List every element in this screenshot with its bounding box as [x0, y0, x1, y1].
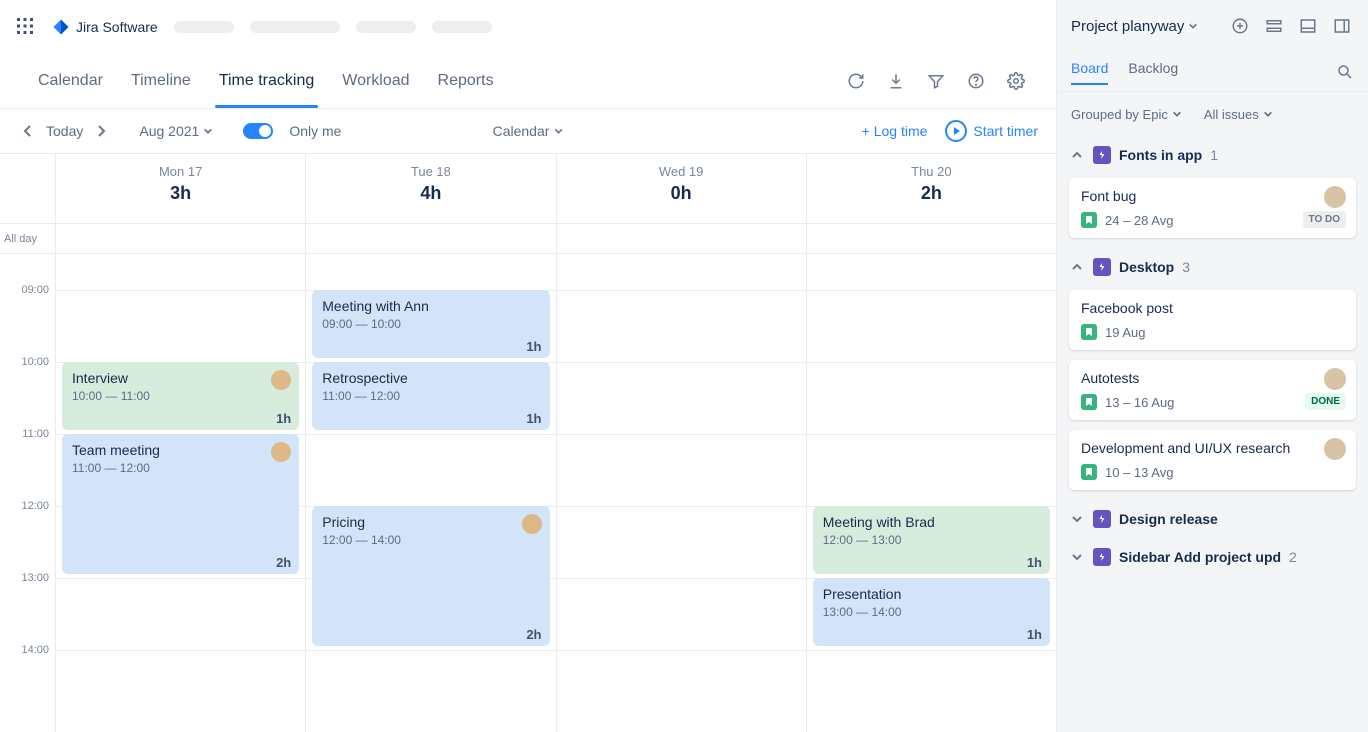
calendar-area: Mon 173h Tue 184h Wed 190h Thu 202h All …: [0, 154, 1056, 732]
tab-calendar[interactable]: Calendar: [24, 54, 117, 108]
story-icon: [1081, 324, 1097, 340]
assignee-avatar: [1324, 368, 1346, 390]
calendar-event[interactable]: Pricing12:00 — 14:002h: [312, 506, 549, 646]
app-bar: Jira Software: [0, 0, 1056, 54]
jira-logo[interactable]: Jira Software: [52, 18, 158, 36]
chevron-icon: [1071, 261, 1085, 273]
hour-label: 11:00: [22, 428, 49, 440]
only-me-label: Only me: [289, 123, 341, 139]
chevron-icon: [1071, 513, 1085, 525]
allday-cell[interactable]: [305, 224, 555, 253]
search-icon[interactable]: [1336, 63, 1354, 81]
chevron-icon: [1071, 551, 1085, 563]
tab-time-tracking[interactable]: Time tracking: [205, 54, 328, 108]
tab-reports[interactable]: Reports: [424, 54, 508, 108]
side-tab-backlog[interactable]: Backlog: [1128, 60, 1178, 84]
epic-header[interactable]: Sidebar Add project upd 2: [1065, 538, 1360, 576]
epic-header[interactable]: Desktop 3: [1065, 248, 1360, 286]
allday-label: All day: [0, 224, 55, 253]
story-icon: [1081, 394, 1097, 410]
filter-icon[interactable]: [920, 65, 952, 97]
project-selector[interactable]: Project planyway: [1071, 18, 1198, 35]
panel-right-icon[interactable]: [1330, 14, 1354, 38]
panel-bottom-icon[interactable]: [1296, 14, 1320, 38]
main-tabs: Calendar Timeline Time tracking Workload…: [0, 54, 1056, 108]
issues-filter-selector[interactable]: All issues: [1204, 107, 1273, 122]
assignee-avatar: [522, 514, 542, 534]
epic-header[interactable]: Fonts in app 1: [1065, 136, 1360, 174]
only-me-toggle[interactable]: [243, 123, 273, 139]
day-column[interactable]: Interview10:00 — 11:001hTeam meeting11:0…: [55, 254, 305, 732]
chevron-icon: [1071, 149, 1085, 161]
day-header: Tue 184h: [305, 154, 555, 223]
hour-label: 14:00: [21, 644, 49, 656]
download-icon[interactable]: [880, 65, 912, 97]
settings-icon[interactable]: [1000, 65, 1032, 97]
status-badge: TO DO: [1303, 211, 1346, 228]
epic-header[interactable]: Design release: [1065, 500, 1360, 538]
toolbar: Today Aug 2021 Only me Calendar + Log ti…: [0, 108, 1056, 154]
allday-cell[interactable]: [806, 224, 1056, 253]
calendar-event[interactable]: Team meeting11:00 — 12:002h: [62, 434, 299, 574]
status-badge: DONE: [1305, 393, 1346, 410]
view-selector[interactable]: Calendar: [493, 123, 564, 139]
hour-label: 09:00: [21, 284, 49, 296]
side-tab-board[interactable]: Board: [1071, 60, 1108, 84]
help-icon[interactable]: [960, 65, 992, 97]
prev-icon[interactable]: [18, 121, 38, 141]
hour-label: 10:00: [21, 356, 49, 368]
next-icon[interactable]: [91, 121, 111, 141]
app-name: Jira Software: [76, 19, 158, 35]
epic-icon: [1093, 548, 1111, 566]
timer-icon: [945, 120, 967, 142]
issue-card[interactable]: Autotests13 – 16 AugDONE: [1069, 360, 1356, 420]
day-column[interactable]: Meeting with Brad12:00 — 13:001hPresenta…: [806, 254, 1056, 732]
assignee-avatar: [271, 370, 291, 390]
allday-cell[interactable]: [55, 224, 305, 253]
assignee-avatar: [1324, 186, 1346, 208]
issue-card[interactable]: Facebook post19 Aug: [1069, 290, 1356, 350]
log-time-button[interactable]: + Log time: [862, 123, 928, 139]
tab-timeline[interactable]: Timeline: [117, 54, 205, 108]
calendar-event[interactable]: Meeting with Ann09:00 — 10:001h: [312, 290, 549, 358]
month-selector[interactable]: Aug 2021: [139, 123, 213, 139]
epic-icon: [1093, 258, 1111, 276]
calendar-event[interactable]: Interview10:00 — 11:001h: [62, 362, 299, 430]
calendar-event[interactable]: Presentation13:00 — 14:001h: [813, 578, 1050, 646]
today-button[interactable]: Today: [46, 123, 83, 139]
story-icon: [1081, 464, 1097, 480]
hour-label: 13:00: [21, 572, 49, 584]
hour-label: 12:00: [21, 500, 49, 512]
day-header: Mon 173h: [55, 154, 305, 223]
calendar-event[interactable]: Meeting with Brad12:00 — 13:001h: [813, 506, 1050, 574]
assignee-avatar: [1324, 438, 1346, 460]
issue-card[interactable]: Development and UI/UX research10 – 13 Av…: [1069, 430, 1356, 490]
allday-cell[interactable]: [556, 224, 806, 253]
epic-icon: [1093, 510, 1111, 528]
story-icon: [1081, 212, 1097, 228]
add-icon[interactable]: [1228, 14, 1252, 38]
refresh-icon[interactable]: [840, 65, 872, 97]
side-panel: Project planyway Board Backlog Grouped b…: [1056, 0, 1368, 732]
start-timer-button[interactable]: Start timer: [945, 120, 1038, 142]
assignee-avatar: [271, 442, 291, 462]
day-column[interactable]: [556, 254, 806, 732]
tab-workload[interactable]: Workload: [328, 54, 423, 108]
day-header: Wed 190h: [556, 154, 806, 223]
app-switcher-icon[interactable]: [16, 17, 36, 37]
issue-card[interactable]: Font bug24 – 28 AvgTO DO: [1069, 178, 1356, 238]
group-by-selector[interactable]: Grouped by Epic: [1071, 107, 1182, 122]
day-column[interactable]: Meeting with Ann09:00 — 10:001hRetrospec…: [305, 254, 555, 732]
list-view-icon[interactable]: [1262, 14, 1286, 38]
calendar-event[interactable]: Retrospective11:00 — 12:001h: [312, 362, 549, 430]
day-header: Thu 202h: [806, 154, 1056, 223]
epic-icon: [1093, 146, 1111, 164]
